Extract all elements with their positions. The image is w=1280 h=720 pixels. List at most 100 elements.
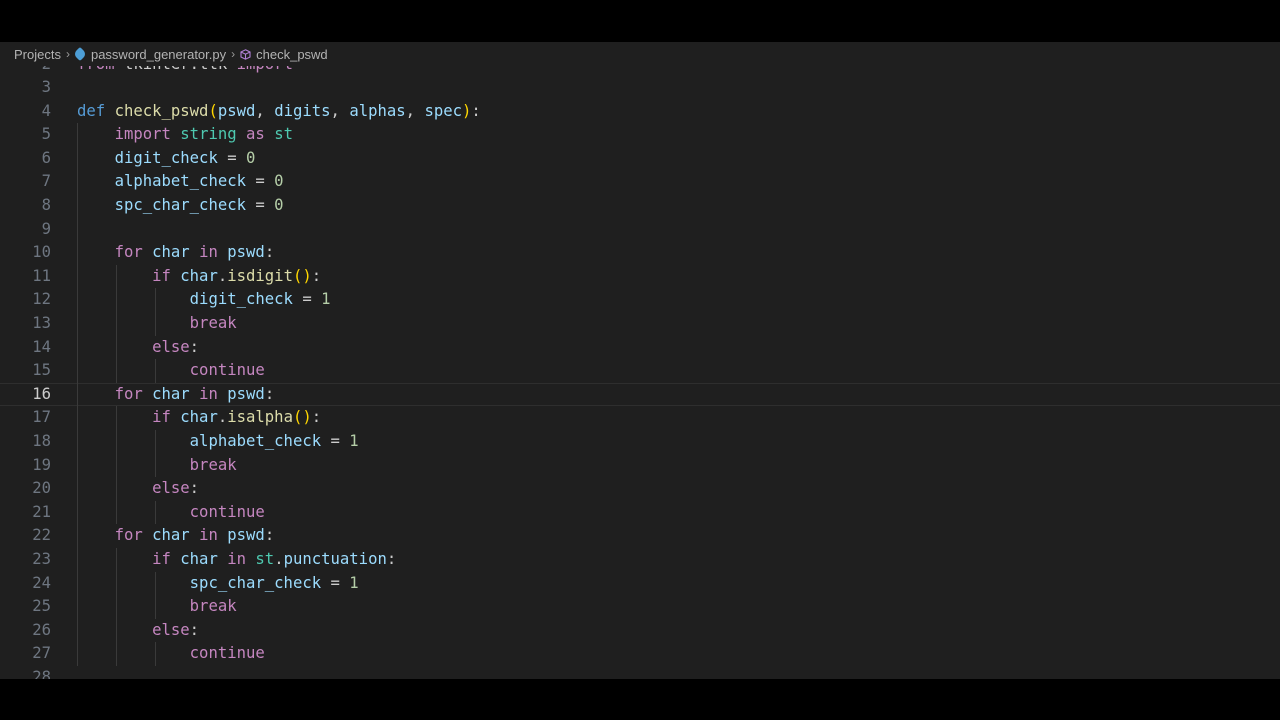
code-token: =	[217, 148, 247, 167]
code-line[interactable]: 16 for char in pswd:	[0, 382, 1280, 407]
line-text: for char in pswd:	[77, 241, 275, 265]
line-number: 3	[41, 78, 51, 97]
code-token: spec	[424, 101, 462, 120]
code-token: st	[274, 125, 293, 144]
code-token: char	[152, 243, 190, 262]
code-line[interactable]: 3	[0, 76, 1280, 100]
line-number: 19	[32, 455, 51, 474]
code-token: in	[199, 384, 218, 403]
code-token: continue	[189, 361, 265, 380]
line-number: 22	[32, 526, 51, 545]
code-line[interactable]: 11 if char.isdigit():	[0, 264, 1280, 289]
code-line[interactable]: 12 digit_check = 1	[0, 288, 1280, 313]
code-line[interactable]: 27 continue	[0, 642, 1280, 666]
code-token: for	[114, 243, 143, 262]
line-number: 8	[41, 196, 51, 215]
code-token: =	[246, 172, 275, 191]
code-area[interactable]: 2from tkinter.ttk import *34def check_ps…	[0, 53, 1280, 680]
code-line[interactable]: 26 else:	[0, 618, 1280, 643]
line-text: for char in pswd:	[77, 524, 275, 548]
line-text: alphabet_check = 1	[77, 430, 359, 454]
code-line[interactable]: 20 else:	[0, 477, 1280, 501]
code-line[interactable]: 19 break	[0, 453, 1280, 478]
code-line[interactable]: 7 alphabet_check = 0	[0, 170, 1280, 195]
code-token: pswd	[227, 243, 265, 262]
code-token: def	[77, 101, 106, 120]
breadcrumb-projects-label: Projects	[14, 46, 61, 62]
code-token: ,	[405, 101, 425, 120]
code-token: 0	[274, 196, 284, 215]
code-line[interactable]: 4 def check_pswd(pswd, digits, alphas, sp…	[0, 100, 1280, 124]
code-token: :	[264, 243, 275, 262]
line-number: 14	[32, 337, 51, 356]
code-token: import	[114, 125, 171, 144]
code-line[interactable]: 24 spc_char_check = 1	[0, 571, 1280, 596]
breadcrumb-projects[interactable]: Projects	[14, 47, 61, 62]
line-number: 20	[32, 479, 51, 498]
code-token: spc_char_check	[114, 196, 246, 215]
code-token: for	[114, 384, 143, 403]
code-line[interactable]: 5 import string as st	[0, 123, 1280, 147]
code-token: alphabet_check	[114, 172, 246, 191]
line-text: if char in st.punctuation:	[77, 548, 396, 572]
code-line[interactable]: 6 digit_check = 0	[0, 146, 1280, 171]
code-editor[interactable]: Projects › password_generator.py › check…	[0, 42, 1280, 679]
line-number: 25	[32, 597, 51, 616]
code-line[interactable]: 25 break	[0, 595, 1280, 619]
chevron-right-icon: ›	[231, 47, 236, 61]
code-token: char	[152, 526, 190, 545]
code-token: isalpha	[227, 408, 293, 427]
code-token: :	[471, 101, 481, 120]
code-line[interactable]: 23 if char in st.punctuation:	[0, 547, 1280, 572]
code-token: :	[311, 408, 322, 427]
line-text: if char.isdigit():	[77, 265, 321, 289]
code-line[interactable]: 21 continue	[0, 500, 1280, 525]
code-line[interactable]: 13 break	[0, 312, 1280, 336]
code-line[interactable]: 17 if char.isalpha():	[0, 406, 1280, 430]
code-line[interactable]: 9	[0, 217, 1280, 242]
line-text: else:	[77, 619, 199, 643]
code-token: if	[152, 549, 171, 568]
video-frame: Projects › password_generator.py › check…	[0, 0, 1280, 720]
method-cube-icon	[240, 48, 251, 60]
code-token: (	[208, 101, 218, 120]
breadcrumb-symbol[interactable]: check_pswd	[240, 47, 328, 62]
code-token: break	[189, 455, 237, 474]
code-line[interactable]: 14 else:	[0, 335, 1280, 360]
code-token: digits	[274, 101, 331, 120]
line-number: 12	[32, 290, 51, 309]
code-token: if	[152, 266, 171, 285]
python-file-icon	[72, 46, 88, 62]
code-token: :	[189, 620, 200, 639]
code-token: punctuation	[283, 549, 387, 568]
code-line[interactable]: 8 spc_char_check = 0	[0, 194, 1280, 218]
code-token: .	[217, 408, 228, 427]
breadcrumb-file[interactable]: password_generator.py	[72, 46, 226, 62]
code-line[interactable]: 28	[0, 666, 1280, 679]
breadcrumb: Projects › password_generator.py › check…	[0, 42, 1280, 66]
breadcrumb-symbol-label: check_pswd	[256, 46, 328, 62]
code-line[interactable]: 10 for char in pswd:	[0, 241, 1280, 265]
line-text: continue	[77, 501, 265, 525]
line-number: 7	[41, 172, 51, 191]
line-number: 21	[32, 502, 51, 521]
code-line[interactable]: 18 alphabet_check = 1	[0, 430, 1280, 454]
code-line[interactable]: 15 continue	[0, 359, 1280, 383]
line-number: 4	[41, 101, 51, 120]
code-line[interactable]: 22 for char in pswd:	[0, 524, 1280, 548]
